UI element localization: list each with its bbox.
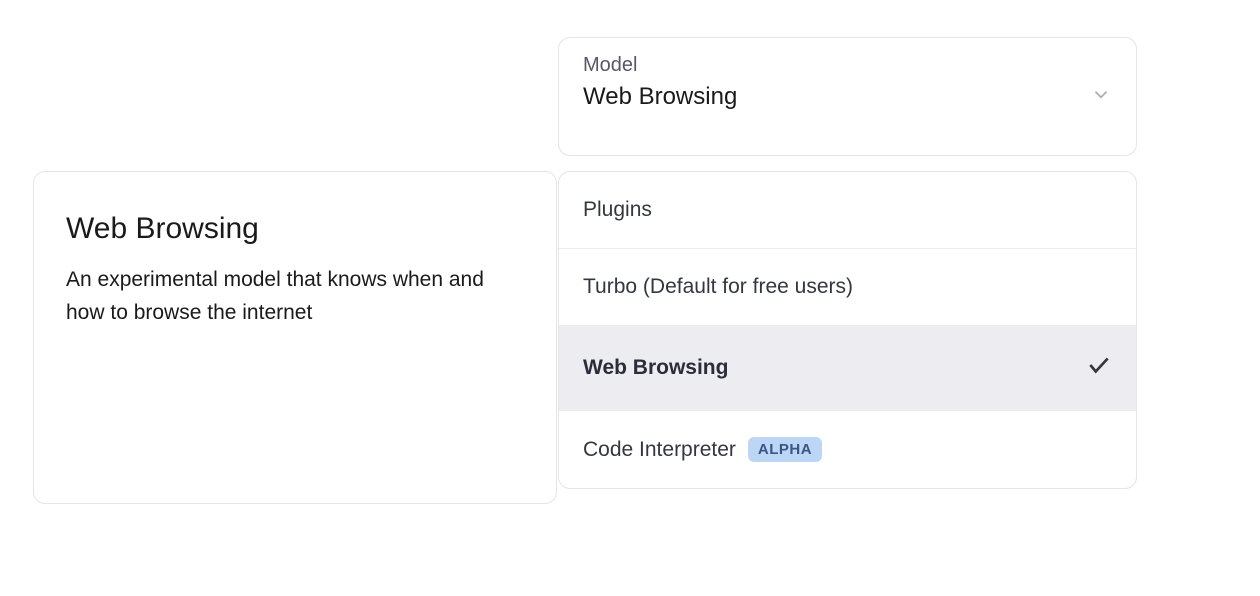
model-dropdown: Plugins Turbo (Default for free users) W… <box>558 171 1137 489</box>
alpha-badge: ALPHA <box>748 437 822 462</box>
dropdown-option-turbo[interactable]: Turbo (Default for free users) <box>559 249 1136 326</box>
chevron-down-icon <box>1090 83 1112 110</box>
dropdown-option-label: Code Interpreter <box>583 438 736 462</box>
dropdown-option-label: Plugins <box>583 198 652 222</box>
dropdown-option-code-interpreter[interactable]: Code Interpreter ALPHA <box>559 411 1136 488</box>
dropdown-option-label: Web Browsing <box>583 356 728 380</box>
model-selector-value: Web Browsing <box>583 83 1112 111</box>
check-icon <box>1086 352 1112 384</box>
model-info-description: An experimental model that knows when an… <box>66 264 524 329</box>
dropdown-option-label: Turbo (Default for free users) <box>583 275 853 299</box>
dropdown-option-web-browsing[interactable]: Web Browsing <box>559 326 1136 411</box>
model-selector-label: Model <box>583 54 1112 77</box>
model-info-title: Web Browsing <box>66 212 524 246</box>
dropdown-option-plugins[interactable]: Plugins <box>559 172 1136 249</box>
model-selector[interactable]: Model Web Browsing <box>558 37 1137 156</box>
model-info-card: Web Browsing An experimental model that … <box>33 171 557 504</box>
